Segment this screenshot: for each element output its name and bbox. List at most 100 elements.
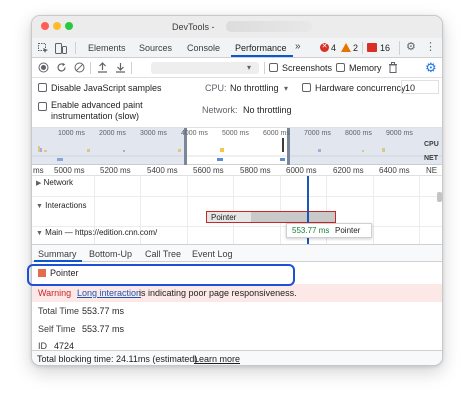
minimize-window-button[interactable]	[53, 22, 61, 30]
overview-tick: 7000 ms	[304, 130, 331, 137]
tab-performance[interactable]: Performance	[235, 43, 287, 53]
issues-count: 16	[380, 43, 391, 53]
toolbar-divider	[264, 62, 265, 74]
reload-record-icon[interactable]	[56, 62, 67, 76]
ruler-tick: ms	[33, 166, 44, 175]
redacted-title-text	[226, 21, 312, 32]
pointer-bar-label: Pointer	[211, 213, 237, 222]
timeline-overview[interactable]: 1000 ms 2000 ms 3000 ms 4000 ms 5000 ms …	[32, 128, 442, 165]
warning-label: Warning	[38, 288, 72, 298]
garbage-collect-icon[interactable]	[388, 62, 398, 76]
ruler-tick: 5200 ms	[100, 166, 131, 175]
details-tab-bar: Summary Bottom-Up Call Tree Event Log	[32, 244, 442, 262]
network-throttling-label: Network:	[202, 105, 238, 115]
total-time-label: Total Time	[38, 306, 80, 316]
main-track-header[interactable]: ▼ Main — https://edition.cnn.com/	[36, 228, 157, 237]
device-toolbar-icon[interactable]	[55, 43, 67, 57]
disable-js-samples-checkbox[interactable]	[38, 83, 47, 92]
more-options-icon[interactable]: ⋮	[425, 42, 436, 53]
ruler-tick: 6400 ms	[379, 166, 410, 175]
tab-elements[interactable]: Elements	[88, 43, 126, 53]
badge-divider	[362, 42, 363, 54]
window-title: DevTools -	[172, 22, 215, 32]
self-time-value: 553.77 ms	[82, 324, 125, 334]
more-tabs-button[interactable]: »	[295, 41, 301, 52]
overview-tick: 1000 ms	[58, 130, 85, 137]
grid-line	[373, 176, 374, 244]
hardware-concurrency-value: 10	[405, 83, 416, 93]
tooltip-type: Pointer	[335, 226, 361, 235]
tab-console[interactable]: Console	[187, 43, 220, 53]
overview-tick: 6000 ms	[263, 130, 290, 137]
close-window-button[interactable]	[41, 22, 49, 30]
network-track-header[interactable]: ▶ Network	[36, 178, 73, 187]
status-bar: Total blocking time: 24.11ms (estimated)…	[32, 350, 442, 365]
toolbar-divider	[399, 41, 400, 55]
inspect-element-icon[interactable]	[38, 43, 49, 57]
timeline-tracks[interactable]: ▶ Network ▼ Interactions ▼ Main — https:…	[32, 176, 442, 244]
recording-select[interactable]	[151, 62, 259, 74]
tracks-scrollbar[interactable]	[437, 192, 442, 202]
overview-cpu-label: CPU	[424, 141, 439, 148]
expand-arrow-icon: ▶	[36, 180, 42, 187]
hardware-concurrency-label: Hardware concurrency	[315, 83, 406, 93]
collapse-arrow-icon: ▼	[36, 203, 43, 210]
download-icon[interactable]	[115, 62, 126, 76]
grid-line	[187, 176, 188, 244]
advanced-paint-checkbox[interactable]	[38, 102, 47, 111]
overview-tick: 4000 ms	[181, 130, 208, 137]
grid-line	[280, 176, 281, 244]
overview-tick: 9000 ms	[386, 130, 413, 137]
record-icon[interactable]	[38, 62, 49, 76]
cpu-throttling-select[interactable]: No throttling	[230, 83, 279, 93]
cpu-chevron-down-icon: ▾	[284, 84, 289, 93]
memory-checkbox[interactable]	[336, 63, 345, 72]
issues-icon	[367, 43, 377, 52]
warning-highlight-box	[27, 264, 295, 286]
tab-bottom-up[interactable]: Bottom-Up	[89, 249, 132, 259]
screenshots-checkbox[interactable]	[269, 63, 278, 72]
toolbar-divider	[131, 62, 132, 74]
warning-text: is indicating poor page responsiveness.	[139, 288, 297, 298]
tab-call-tree[interactable]: Call Tree	[145, 249, 181, 259]
upload-icon[interactable]	[97, 62, 108, 76]
learn-more-link[interactable]: Learn more	[194, 354, 240, 364]
advanced-paint-label-line1: Enable advanced paint	[51, 100, 143, 110]
network-throttling-select[interactable]: No throttling	[243, 105, 292, 115]
zoom-window-button[interactable]	[65, 22, 73, 30]
main-track-label: Main — https://edition.cnn.com/	[45, 228, 158, 237]
cpu-throttling-label: CPU:	[205, 83, 227, 93]
hardware-concurrency-input[interactable]: 10	[401, 80, 439, 94]
tab-summary[interactable]: Summary	[38, 249, 77, 259]
overview-tick: 2000 ms	[99, 130, 126, 137]
total-time-value: 553.77 ms	[82, 306, 125, 316]
devtools-window: DevTools - Elements Sources Console Perf…	[31, 15, 443, 366]
pointer-interaction-bar[interactable]: Pointer	[206, 211, 336, 223]
memory-label: Memory	[349, 63, 382, 73]
ruler-tick: 5400 ms	[147, 166, 178, 175]
interactions-track-label: Interactions	[45, 201, 87, 210]
tab-sources[interactable]: Sources	[139, 43, 172, 53]
overview-net-label: NET	[424, 155, 438, 162]
grid-line	[419, 176, 420, 244]
tab-event-log[interactable]: Event Log	[192, 249, 233, 259]
tooltip-duration: 553.77 ms	[292, 226, 330, 235]
error-count: 4	[331, 43, 337, 53]
interaction-processing-fill	[251, 212, 335, 222]
settings-gear-icon[interactable]: ⚙	[406, 42, 416, 53]
hardware-concurrency-checkbox[interactable]	[302, 83, 311, 92]
network-track-label: Network	[43, 178, 73, 187]
title-bar: DevTools -	[32, 16, 442, 38]
interactions-track-header[interactable]: ▼ Interactions	[36, 201, 87, 210]
track-divider	[32, 196, 442, 197]
main-tab-bar: Elements Sources Console Performance » ✕…	[32, 38, 442, 58]
clear-icon[interactable]	[74, 62, 85, 76]
tab-divider	[75, 42, 76, 54]
warning-row: Warning Long interaction is indicating p…	[32, 284, 442, 302]
screenshots-label: Screenshots	[282, 63, 333, 73]
capture-settings-panel: Disable JavaScript samples Enable advanc…	[32, 78, 442, 128]
long-interaction-link[interactable]: Long interaction	[77, 288, 141, 298]
issue-badges[interactable]: ✕ 4 2 16	[319, 42, 407, 54]
capture-settings-gear-icon[interactable]: ⚙	[425, 60, 437, 75]
ruler-tick: 6000 ms	[286, 166, 317, 175]
